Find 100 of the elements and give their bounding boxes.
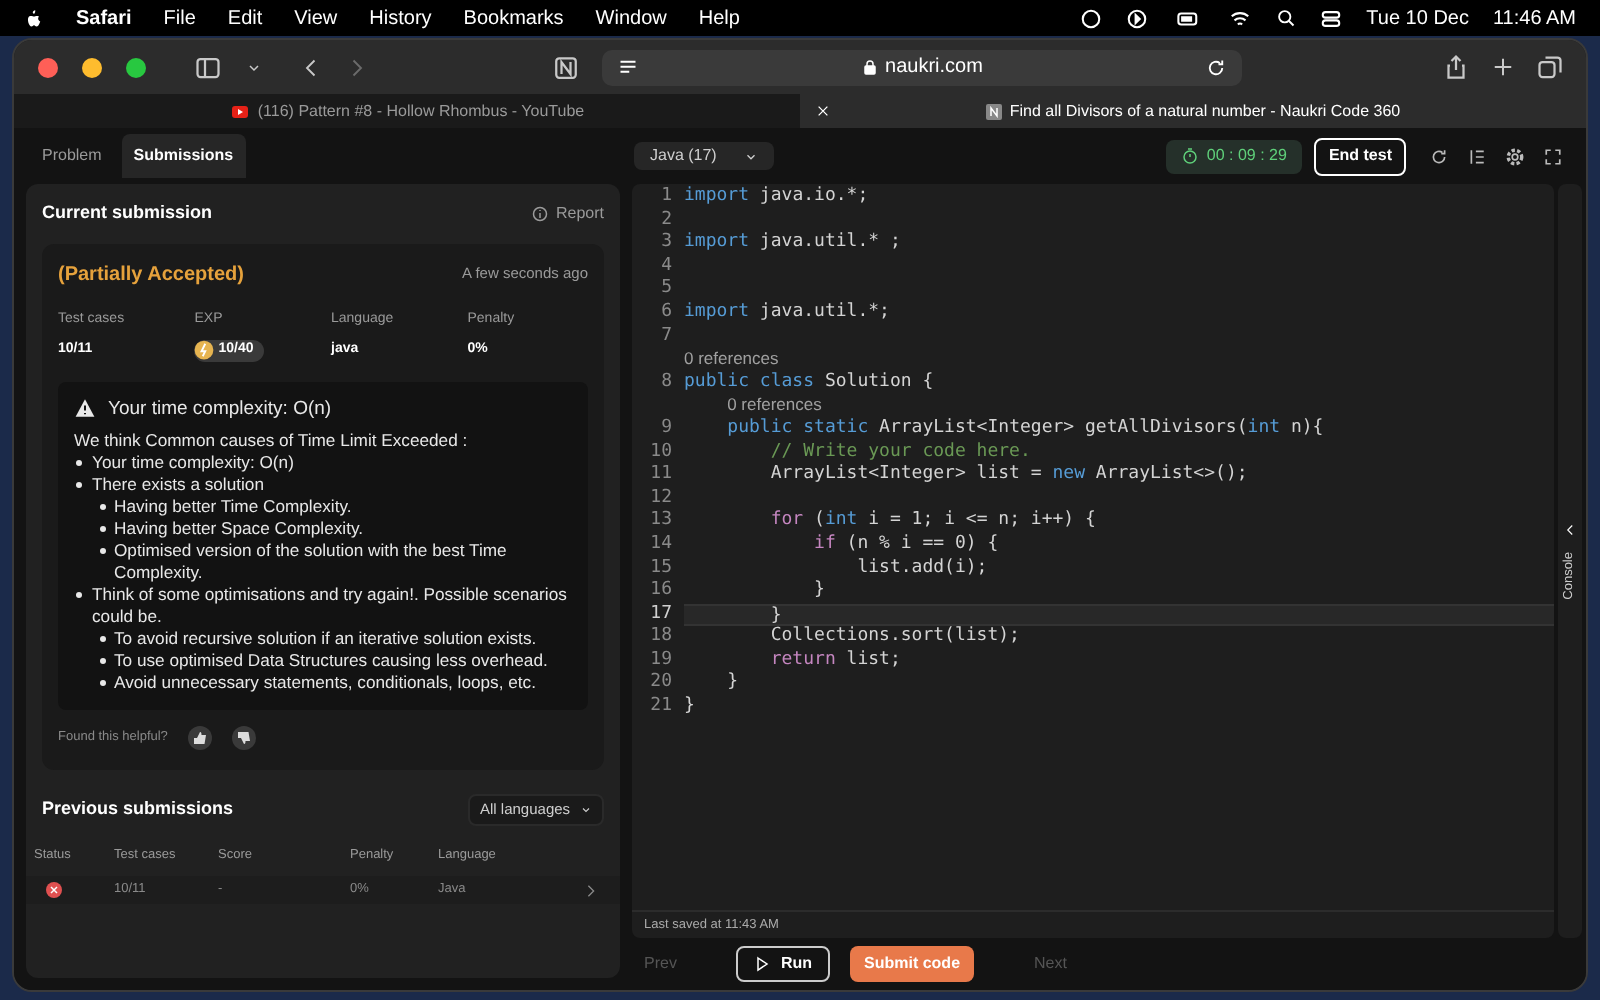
refresh-icon[interactable] <box>1430 147 1448 165</box>
feedback-item: There exists a solution <box>74 473 572 495</box>
code-line: public static ArrayList<Integer> getAllDivisors(int n){ <box>725 417 1326 442</box>
control-center-icon <box>1320 7 1343 29</box>
list-icon[interactable] <box>1468 147 1486 165</box>
line-number: 12 <box>648 487 672 510</box>
feedback-subitem: Having better Space Complexity. <box>98 517 572 539</box>
line-number: 11 <box>648 464 672 488</box>
thumbs-up-icon[interactable] <box>187 725 212 749</box>
wifi-icon <box>1228 7 1253 29</box>
line-number: 8 <box>659 371 672 395</box>
code-line: public class Solution { <box>684 371 936 395</box>
chevron-left-icon <box>1564 523 1576 536</box>
code-line: } <box>684 696 697 720</box>
feedback-heading: Your time complexity: O(n) <box>108 397 332 419</box>
notion-icon[interactable] <box>554 55 578 79</box>
code-line: // Write your code here. <box>768 441 1033 464</box>
search-icon <box>1276 8 1297 28</box>
code-line: import java.util.* ; <box>684 232 903 256</box>
code-line: for (int i = 1; i <= n; i++) { <box>768 510 1098 534</box>
code-line: list.add(i); <box>855 557 990 581</box>
menu-item[interactable]: View <box>294 3 338 33</box>
play-icon <box>229 103 250 119</box>
chevron-down-icon <box>580 803 592 815</box>
line-number: 6 <box>659 301 672 326</box>
code-lens[interactable]: 0 references <box>727 394 822 418</box>
sidebar-icon[interactable] <box>194 55 222 79</box>
feedback-subitem: Having better Time Complexity. <box>98 495 572 517</box>
app-menu[interactable]: Safari <box>76 3 132 33</box>
code-line: } <box>812 580 827 604</box>
settings-icon[interactable] <box>1506 147 1524 165</box>
warning-icon <box>74 398 96 418</box>
coin-icon <box>194 340 215 361</box>
section-title: Previous submissions <box>42 795 234 822</box>
share-icon[interactable] <box>1444 54 1468 80</box>
browser-tab[interactable]: Find all Divisors of a natural number - Naukri Code 360 <box>800 94 1586 128</box>
line-number: 18 <box>648 626 672 650</box>
feedback-subitem: To avoid recursive solution if an iterative solution exists. <box>98 627 572 649</box>
line-number: 14 <box>648 533 672 557</box>
code-line: return list; <box>768 649 903 673</box>
panel-tab[interactable]: Submissions <box>121 134 246 178</box>
menu-item[interactable]: Window <box>595 3 667 33</box>
line-number: 2 <box>659 209 672 232</box>
panel-tab[interactable]: Problem <box>30 134 114 178</box>
fullscreen-icon[interactable] <box>1544 147 1562 165</box>
language-dropdown[interactable]: Java (17) <box>634 142 774 170</box>
letter-n-icon <box>985 103 1002 119</box>
line-number: 21 <box>648 696 672 720</box>
code-line: ArrayList<Integer> list = new ArrayList<>(); <box>768 464 1250 488</box>
status-icon <box>1080 7 1103 29</box>
feedback-subitem: Avoid unnecessary statements, conditionals, loops, etc. <box>98 671 572 693</box>
menu-item[interactable]: History <box>369 3 432 33</box>
window-control-icon[interactable] <box>126 57 146 77</box>
code-line: import java.util.*; <box>684 301 892 326</box>
line-number: 20 <box>648 672 672 696</box>
menu-item[interactable]: Bookmarks <box>463 3 564 33</box>
run-button[interactable]: Run <box>736 946 831 982</box>
line-number: 5 <box>659 278 672 302</box>
stopwatch-icon <box>1182 148 1199 164</box>
tab-overview-icon[interactable] <box>1538 55 1562 79</box>
code-lens[interactable]: 0 references <box>684 348 779 372</box>
code-line: } <box>725 672 741 697</box>
new-tab-icon[interactable] <box>1492 56 1514 78</box>
code-line: import java.io.*; <box>684 186 871 210</box>
line-number: 4 <box>659 255 672 279</box>
play-icon <box>754 956 771 972</box>
feedback-item: Your time complexity: O(n) <box>74 451 572 473</box>
thumbs-down-icon[interactable] <box>231 725 256 749</box>
code-line: Collections.sort(list); <box>768 626 1022 650</box>
play-icon <box>1126 7 1149 29</box>
line-number: 9 <box>659 417 672 442</box>
line-number: 16 <box>648 580 672 604</box>
line-number: 15 <box>648 557 672 580</box>
menu-item[interactable]: Edit <box>227 3 263 33</box>
line-number: 10 <box>648 441 672 465</box>
report-button[interactable]: Report <box>531 201 604 226</box>
chevron-down-icon[interactable] <box>246 59 262 75</box>
line-number: 13 <box>648 510 672 534</box>
line-number: 19 <box>648 649 672 672</box>
address-bar[interactable]: naukri.com <box>602 49 1242 85</box>
lock-icon <box>861 58 878 76</box>
feedback-intro: We think Common causes of Time Limit Exceeded : <box>74 429 470 451</box>
timer: 00 : 09 : 29 <box>1166 139 1303 173</box>
close-icon[interactable] <box>816 104 830 118</box>
window-control-icon[interactable] <box>82 57 102 77</box>
line-number: 7 <box>659 325 672 349</box>
reload-icon <box>1206 57 1226 77</box>
menu-bar-clock: 11:46 AM <box>1492 5 1576 33</box>
feedback-item: Think of some optimisations and try again!. Possible scenarios could be. <box>74 583 572 627</box>
address-text: naukri.com <box>885 54 983 82</box>
chevron-down-icon <box>744 149 758 163</box>
menu-item[interactable]: Help <box>698 3 740 33</box>
end-test-button[interactable]: End test <box>1314 137 1406 175</box>
menu-bar-date: Tue 10 Dec <box>1366 5 1469 33</box>
menu-item[interactable]: File <box>163 3 196 33</box>
feedback-subitem: To use optimised Data Structures causing less overhead. <box>98 649 572 671</box>
window-control-icon[interactable] <box>38 57 58 77</box>
info-icon <box>531 205 548 222</box>
code-line: if (n % i == 0) { <box>812 533 1001 557</box>
reader-icon <box>618 57 638 77</box>
